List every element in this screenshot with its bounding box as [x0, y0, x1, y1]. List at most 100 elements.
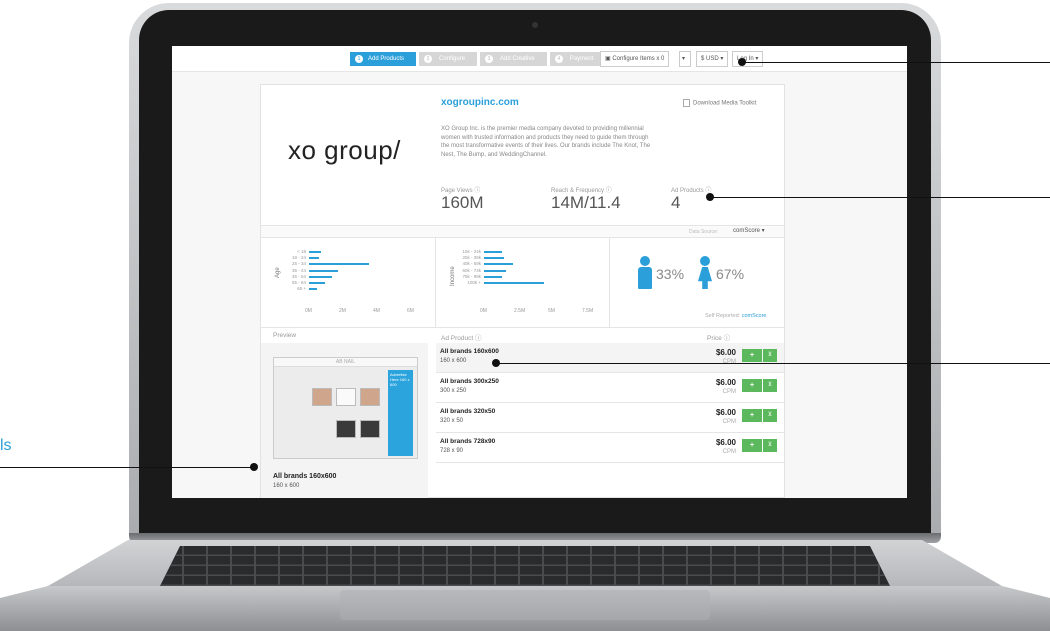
- price-header: Price ⓘ: [707, 335, 731, 342]
- product-row[interactable]: All brands 320x50 320 x 50 $6.00 CPM + ⊻: [436, 403, 784, 433]
- step-label: Payment: [569, 56, 594, 62]
- product-unit: CPM: [722, 359, 736, 365]
- checkout-steps: 1 Add Products 2 Configure 3 Add Creativ…: [350, 52, 608, 66]
- keyboard-keys: [160, 546, 890, 586]
- product-price: $6.00: [715, 408, 736, 417]
- product-row[interactable]: All brands 300x250 300 x 250 $6.00 CPM +…: [436, 373, 784, 403]
- step-configure[interactable]: 2 Configure: [419, 52, 478, 66]
- ad-product-header: Ad Product ⓘ: [441, 335, 482, 342]
- cart-button[interactable]: ▣ Configure Items x 0: [600, 51, 670, 67]
- cart-icon[interactable]: ⊻: [763, 439, 777, 452]
- callout-dot: [492, 359, 500, 367]
- preview-header: Preview: [273, 332, 297, 339]
- category-label: 65 +: [297, 286, 306, 292]
- bar: [309, 263, 370, 266]
- login-button[interactable]: Log In ▾: [732, 51, 764, 67]
- add-product-button[interactable]: +: [742, 439, 762, 452]
- female-percent: 67%: [716, 266, 745, 282]
- publisher-site-link[interactable]: xogroupinc.com: [441, 97, 519, 108]
- cart-icon[interactable]: ⊻: [763, 409, 777, 422]
- cart-icon[interactable]: ⊻: [763, 349, 777, 362]
- product-name: All brands 300x250: [440, 378, 499, 385]
- data-source-row: Data Source: comScore ▾: [261, 225, 784, 238]
- self-reported-note: Self Reported: comScore: [705, 313, 766, 319]
- preview-photo: [360, 388, 380, 406]
- preview-photo: [336, 388, 356, 406]
- side-caption: ls: [0, 437, 12, 454]
- bar: [484, 275, 502, 278]
- bar: [309, 288, 317, 291]
- document-icon: [683, 99, 690, 107]
- add-product-button[interactable]: +: [742, 349, 762, 362]
- step-number: 3: [485, 55, 494, 63]
- product-unit: CPM: [722, 389, 736, 395]
- bar: [309, 275, 333, 278]
- category-label: 40k - 59k: [462, 261, 481, 267]
- product-name: All brands 160x600: [440, 348, 499, 355]
- male-percent: 33%: [656, 266, 685, 282]
- gender-chart: 33% 67% Self Reported: comScore: [610, 238, 784, 328]
- tick-label: 2.5M: [514, 308, 526, 314]
- bar: [484, 257, 504, 260]
- cart-dropdown-button[interactable]: ▾: [679, 51, 691, 67]
- data-source-select[interactable]: comScore ▾: [733, 227, 765, 234]
- bar: [484, 269, 507, 272]
- callout-line: [742, 62, 1050, 63]
- cart-icon[interactable]: ⊻: [763, 379, 777, 392]
- bar: [309, 269, 339, 272]
- category-label: < 18: [297, 249, 306, 254]
- preview-photo: [312, 388, 332, 406]
- male-icon: [638, 256, 652, 289]
- category-label: 55 - 64: [291, 280, 306, 285]
- publisher-logo: xo group/: [288, 135, 401, 165]
- product-row[interactable]: All brands 728x90 728 x 90 $6.00 CPM + ⊻: [436, 433, 784, 463]
- currency-select[interactable]: $ USD ▾: [696, 51, 729, 67]
- product-price: $6.00: [715, 378, 736, 387]
- category-label: 45 - 54: [291, 273, 306, 279]
- callout-line: [710, 197, 1050, 198]
- product-price: $6.00: [715, 438, 736, 447]
- skyscraper-ad: Advertise Here 160 x 600: [388, 370, 413, 456]
- self-reported-source[interactable]: comScore: [742, 313, 767, 319]
- callout-dot: [250, 463, 258, 471]
- download-label: Download Media Toolkit: [693, 100, 757, 107]
- add-product-button[interactable]: +: [742, 409, 762, 422]
- tick-label: 2M: [339, 308, 346, 314]
- category-label: 75k - 99k: [462, 273, 481, 279]
- tick-label: 7.5M: [582, 308, 594, 314]
- bar: [484, 263, 514, 266]
- bar: [309, 251, 321, 253]
- camera-icon: [532, 22, 538, 28]
- add-product-button[interactable]: +: [742, 379, 762, 392]
- self-reported-label: Self Reported:: [705, 313, 741, 319]
- step-payment[interactable]: 4 Payment: [549, 52, 606, 66]
- step-add-creative[interactable]: 3 Add Creative: [480, 52, 547, 66]
- product-row[interactable]: All brands 160x600 160 x 600 $6.00 CPM +…: [436, 343, 784, 373]
- step-label: Add Creative: [500, 56, 535, 62]
- category-label: 100k +: [467, 280, 481, 285]
- step-number: 1: [355, 55, 363, 63]
- callout-line: [496, 363, 1050, 364]
- step-label: Add Products: [368, 56, 405, 62]
- category-label: 25 - 34: [291, 261, 306, 267]
- bar: [309, 282, 325, 284]
- preview-site-header: AB NAIL: [274, 358, 417, 367]
- top-bar: 1 Add Products 2 Configure 3 Add Creativ…: [172, 46, 907, 72]
- preview-photo: [336, 420, 356, 438]
- category-label: 15k - 24k: [462, 249, 481, 254]
- step-add-products[interactable]: 1 Add Products: [350, 52, 417, 66]
- callout-dot: [706, 193, 714, 201]
- tick-label: 4M: [373, 308, 380, 314]
- data-source-label: Data Source:: [689, 229, 719, 235]
- publisher-panel: xo group/ xogroupinc.com Download Media …: [260, 84, 785, 498]
- trackpad: [340, 590, 710, 620]
- category-label: 60k - 74k: [462, 267, 481, 273]
- preview-product-name: All brands 160x600: [273, 473, 337, 480]
- chevron-down-icon: ▾: [682, 56, 686, 62]
- bar: [484, 282, 545, 284]
- download-toolkit-link[interactable]: Download Media Toolkit: [683, 99, 756, 107]
- bar: [309, 257, 319, 260]
- product-name: All brands 728x90: [440, 438, 496, 445]
- product-size: 320 x 50: [440, 418, 464, 424]
- product-name: All brands 320x50: [440, 408, 496, 415]
